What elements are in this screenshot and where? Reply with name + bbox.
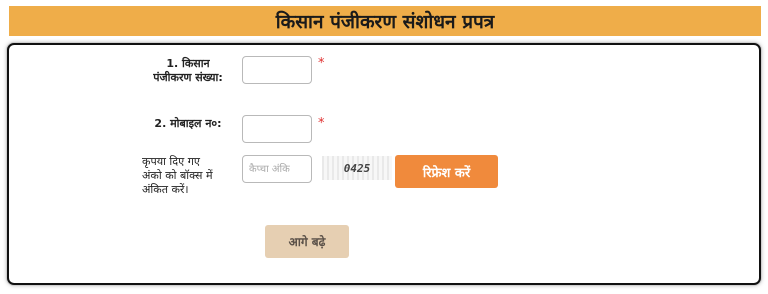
captcha-image: 0425 [322,156,392,180]
refresh-button[interactable]: रिफ्रेश करें [395,155,498,188]
farmer-reg-label: 1. किसान पंजीकरण संख्या: [131,57,245,85]
form-panel: 1. किसान पंजीकरण संख्या: * 2. मोबाइल न०:… [7,43,761,285]
farmer-reg-label-line2: पंजीकरण संख्या: [153,71,223,84]
captcha-label-line2: अंको को बॉक्स में [142,169,213,182]
mobile-label: 2. मोबाइल न०: [154,117,222,130]
farmer-reg-input[interactable] [242,56,312,84]
next-button[interactable]: आगे बढ़े [265,225,349,258]
mobile-required-mark: * [318,116,325,131]
farmer-reg-label-line1: 1. किसान [166,57,210,70]
captcha-label-line3: अंकित करें। [142,183,189,196]
mobile-input[interactable] [242,115,312,143]
captcha-label: कृपया दिए गए अंको को बॉक्स में अंकित करे… [142,155,240,197]
captcha-label-line1: कृपया दिए गए [142,155,200,168]
captcha-input[interactable] [242,155,312,183]
farmer-reg-required-mark: * [318,56,325,71]
page-title: किसान पंजीकरण संशोधन प्रपत्र [9,6,761,36]
